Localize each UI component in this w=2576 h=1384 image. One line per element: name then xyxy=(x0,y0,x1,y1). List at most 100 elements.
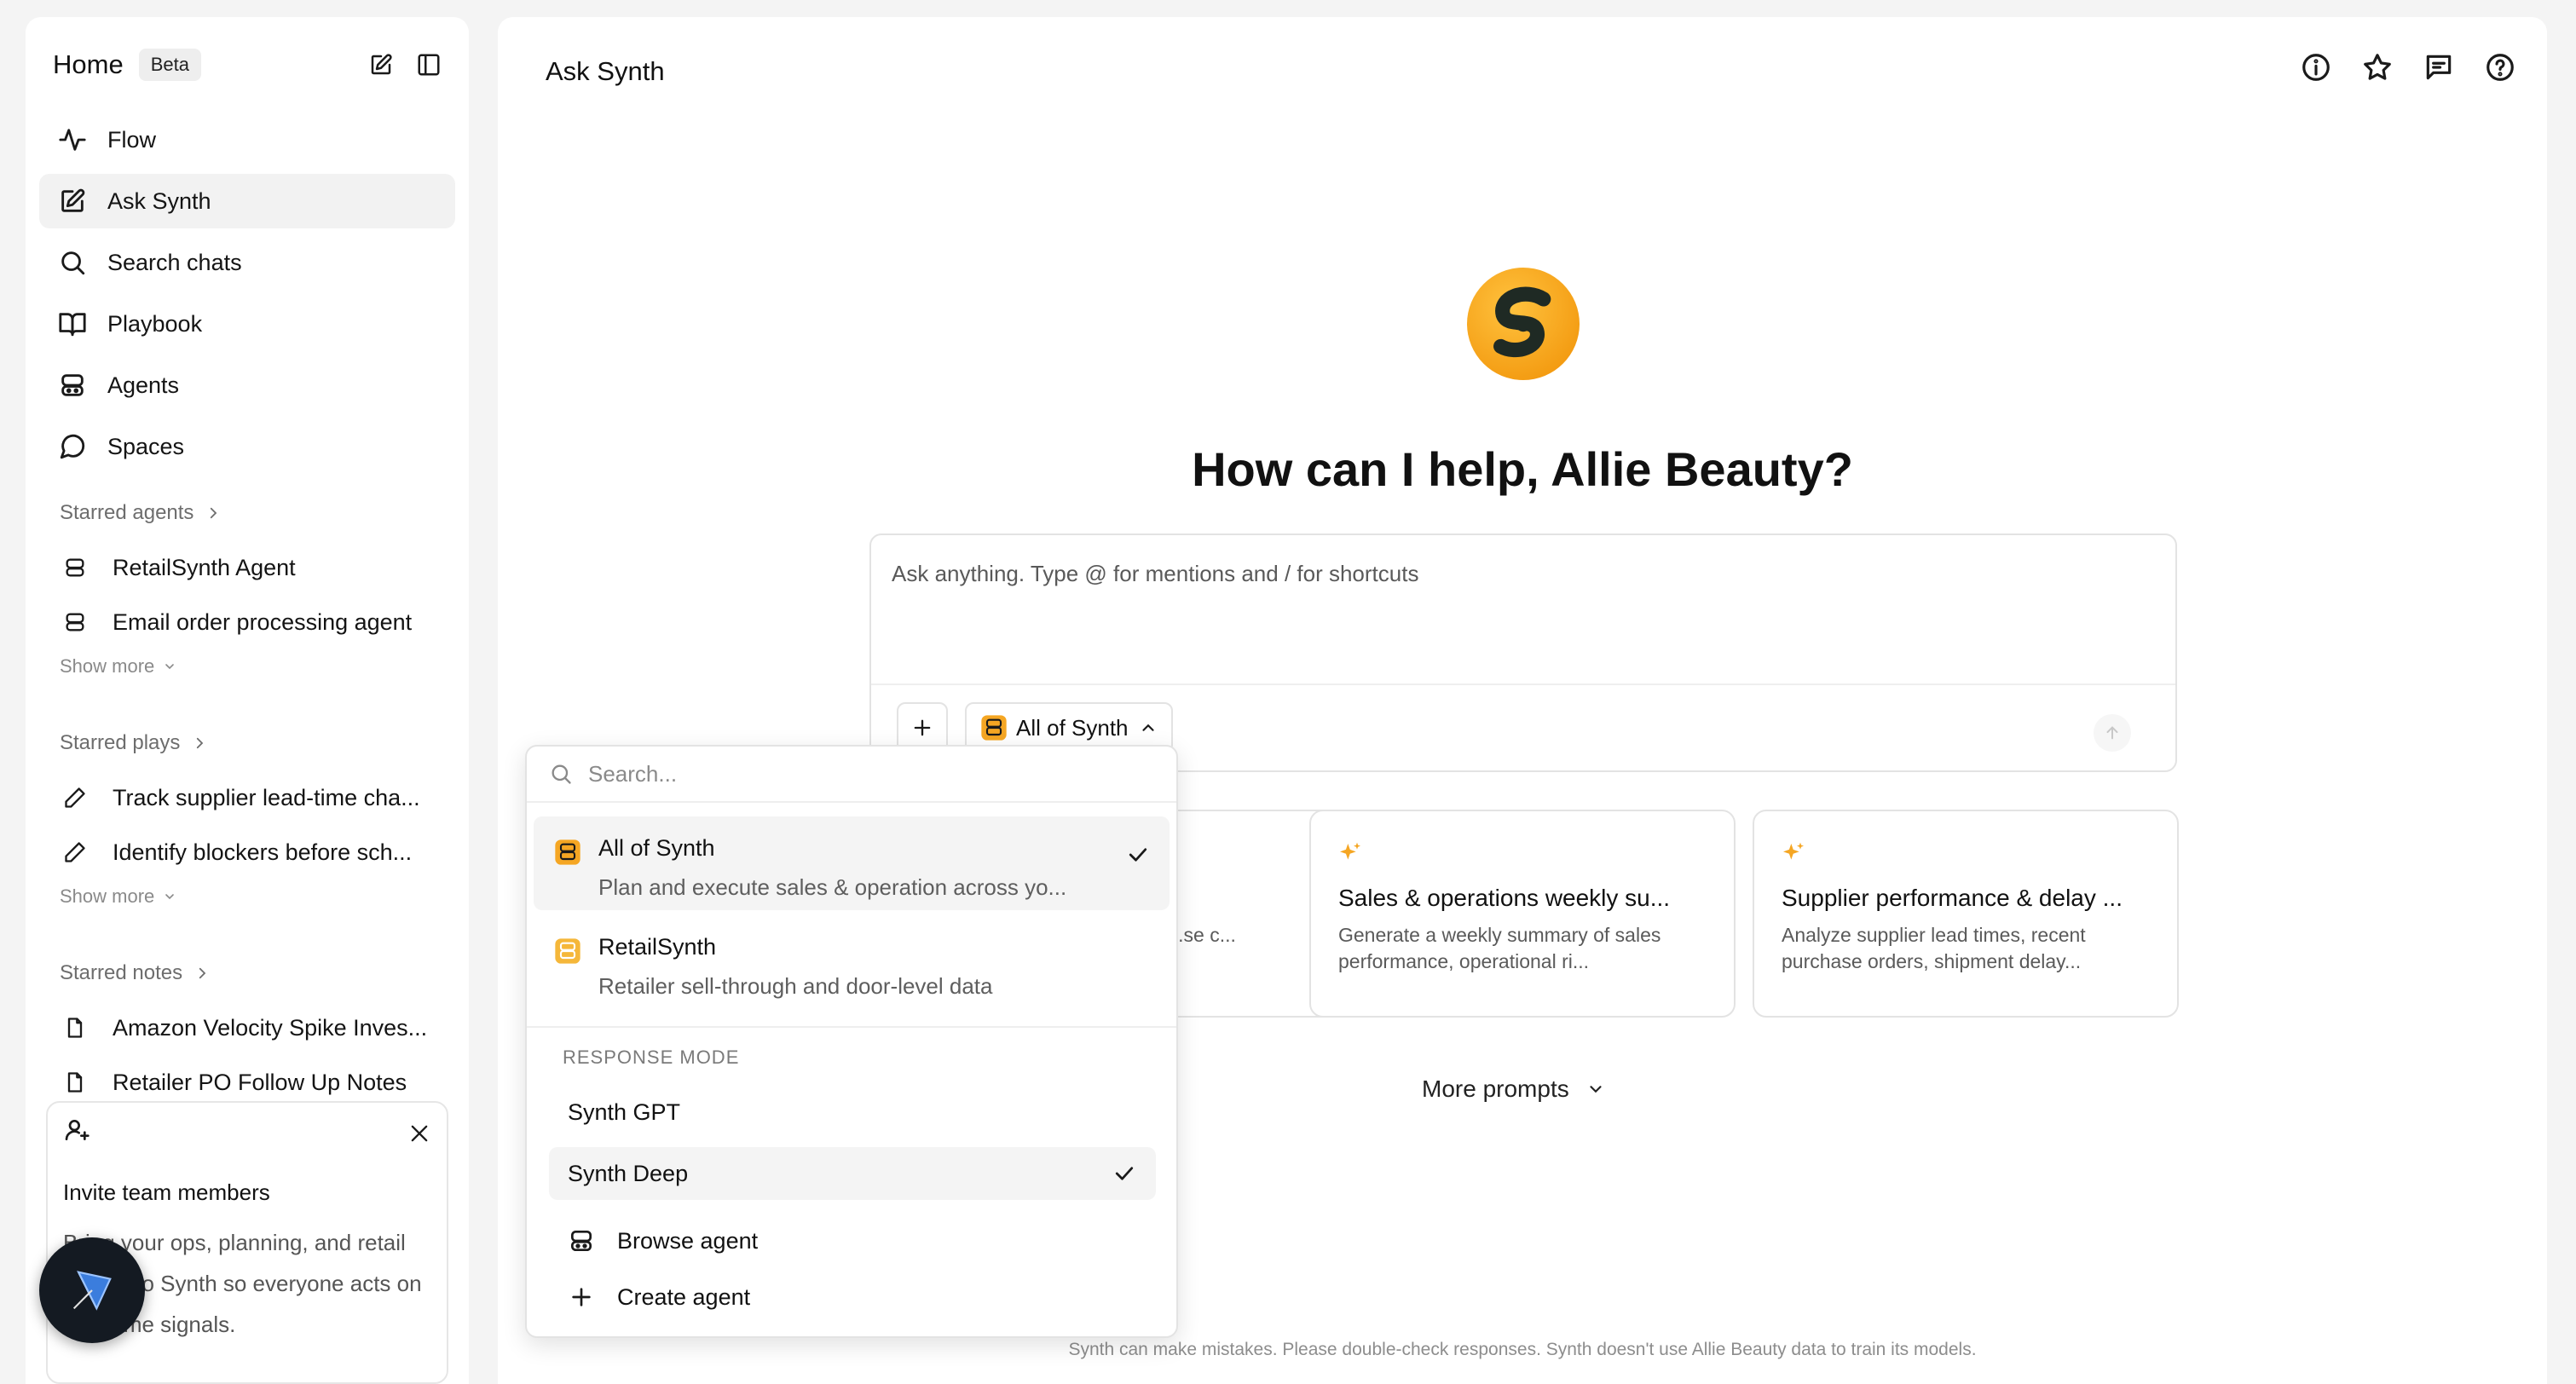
browse-agent-label: Browse agent xyxy=(617,1227,759,1254)
invite-title: Invite team members xyxy=(63,1179,270,1205)
show-more-plays-button[interactable]: Show more xyxy=(60,879,443,914)
prompt-card-description: Analyze supplier lead times, recent purc… xyxy=(1782,924,2086,972)
starred-agents-heading[interactable]: Starred agents xyxy=(60,496,443,530)
new-chat-icon[interactable] xyxy=(368,52,394,78)
greeting-heading: How can I help, Allie Beauty? xyxy=(1192,442,1853,496)
starred-note-item[interactable]: Amazon Velocity Spike Inves... xyxy=(60,1001,443,1055)
info-icon[interactable] xyxy=(2300,51,2332,84)
dropdown-search-input[interactable] xyxy=(588,760,1100,787)
starred-play-item[interactable]: Identify blockers before sch... xyxy=(60,825,443,879)
disclaimer-footer: Synth can make mistakes. Please double-c… xyxy=(1068,1340,1977,1359)
synth-logo xyxy=(1467,268,1580,380)
model-option-retailsynth[interactable]: RetailSynth Retailer sell-through and do… xyxy=(534,915,1170,1009)
starred-note-label: Retailer PO Follow Up Notes xyxy=(113,1069,407,1095)
assistant-fab-button[interactable] xyxy=(39,1237,145,1343)
starred-notes-heading[interactable]: Starred notes xyxy=(60,956,443,990)
dropdown-search xyxy=(527,747,1176,803)
chat-composer: All of Synth xyxy=(869,533,2177,772)
show-more-label: Show more xyxy=(60,655,155,677)
starred-play-label: Identify blockers before sch... xyxy=(113,839,413,865)
response-mode-heading: RESPONSE MODE xyxy=(563,1047,740,1068)
browse-agent-button[interactable]: Browse agent xyxy=(568,1217,758,1265)
collapse-sidebar-icon[interactable] xyxy=(416,52,442,78)
sidebar-item-label: Playbook xyxy=(107,310,203,337)
show-more-agents-button[interactable]: Show more xyxy=(60,649,443,683)
chat-input[interactable] xyxy=(892,561,2085,587)
composer-divider xyxy=(871,683,2175,685)
mode-option-label: Synth GPT xyxy=(568,1099,681,1125)
sidebar-item-label: Agents xyxy=(107,372,180,398)
prompt-card[interactable]: Sales & operations weekly su... Generate… xyxy=(1309,810,1736,1018)
sidebar: Home Beta Flow Ask Synth Search chats Pl… xyxy=(26,17,469,1384)
chevron-up-icon xyxy=(1141,724,1154,731)
chevron-down-icon xyxy=(165,894,175,900)
starred-agent-item[interactable]: RetailSynth Agent xyxy=(60,540,443,595)
section-heading-label: Starred notes xyxy=(60,961,183,984)
model-option-title: RetailSynth xyxy=(598,934,717,960)
checkmark-icon xyxy=(1115,1167,1134,1180)
section-heading-label: Starred agents xyxy=(60,501,194,524)
chat-bubble-icon xyxy=(60,434,85,459)
sidebar-item-label: Search chats xyxy=(107,249,242,275)
feedback-icon[interactable] xyxy=(2423,51,2455,84)
model-selector-label: All of Synth xyxy=(1016,714,1129,741)
create-agent-label: Create agent xyxy=(617,1283,751,1310)
arrow-up-icon xyxy=(2106,726,2118,740)
sidebar-item-label: Spaces xyxy=(107,433,185,459)
starred-play-label: Track supplier lead-time cha... xyxy=(113,784,420,810)
model-option-all-of-synth[interactable]: All of Synth Plan and execute sales & op… xyxy=(534,816,1170,910)
mode-option-synth-gpt[interactable]: Synth GPT xyxy=(549,1086,1156,1139)
starred-note-label: Amazon Velocity Spike Inves... xyxy=(113,1014,428,1041)
send-button[interactable] xyxy=(2094,714,2131,752)
model-option-description: Retailer sell-through and door-level dat… xyxy=(598,973,993,999)
sidebar-item-playbook[interactable]: Playbook xyxy=(39,297,455,351)
starred-plays-section: Starred plays Track supplier lead-time c… xyxy=(60,726,443,914)
model-option-description: Plan and execute sales & operation acros… xyxy=(598,874,1067,900)
document-icon xyxy=(67,1018,83,1038)
search-icon xyxy=(552,764,571,784)
model-dropdown-menu: All of Synth Plan and execute sales & op… xyxy=(525,745,1178,1338)
starred-play-item[interactable]: Track supplier lead-time cha... xyxy=(60,770,443,825)
help-icon[interactable] xyxy=(2484,51,2516,84)
close-icon[interactable] xyxy=(407,1122,431,1145)
agent-badge-icon xyxy=(555,839,580,865)
prompt-card-title: Sales & operations weekly su... xyxy=(1338,885,1671,911)
sidebar-nav: Flow Ask Synth Search chats Playbook Age… xyxy=(39,112,455,481)
create-agent-button[interactable]: Create agent xyxy=(568,1273,750,1321)
more-prompts-label: More prompts xyxy=(1422,1075,1569,1102)
sidebar-item-label: Flow xyxy=(107,126,157,153)
chevron-right-icon xyxy=(197,737,204,749)
sidebar-item-ask-synth[interactable]: Ask Synth xyxy=(39,174,455,228)
model-option-title: All of Synth xyxy=(598,835,715,861)
show-more-label: Show more xyxy=(60,885,155,907)
sidebar-item-spaces[interactable]: Spaces xyxy=(39,419,455,474)
sparkle-icon xyxy=(1340,842,1360,860)
agent-badge-icon xyxy=(555,938,580,964)
document-icon xyxy=(67,1072,83,1093)
pencil-icon xyxy=(65,842,85,862)
activity-icon xyxy=(59,129,86,151)
bot-icon xyxy=(66,613,84,631)
chevron-down-icon xyxy=(165,664,175,670)
star-icon[interactable] xyxy=(2361,51,2394,84)
sparkle-icon xyxy=(1783,842,1804,860)
starred-plays-heading[interactable]: Starred plays xyxy=(60,726,443,760)
prompt-card[interactable]: Supplier performance & delay ... Analyze… xyxy=(1753,810,2179,1018)
pencil-icon xyxy=(65,787,85,808)
kite-icon xyxy=(72,1271,112,1311)
more-prompts-button[interactable]: More prompts xyxy=(1422,1075,1605,1103)
prompt-card-description: Generate a weekly summary of sales perfo… xyxy=(1338,924,1661,972)
bot-icon xyxy=(66,558,84,577)
starred-agents-section: Starred agents RetailSynth Agent Email o… xyxy=(60,496,443,683)
plus-icon xyxy=(572,1288,591,1306)
beta-badge: Beta xyxy=(138,49,201,81)
prompt-card-title: Supplier performance & delay ... xyxy=(1782,885,2123,911)
sidebar-item-search-chats[interactable]: Search chats xyxy=(39,235,455,290)
agent-badge-icon xyxy=(981,715,1007,741)
bot-icon xyxy=(61,374,84,396)
sidebar-item-agents[interactable]: Agents xyxy=(39,358,455,412)
starred-agent-item[interactable]: Email order processing agent xyxy=(60,595,443,649)
sidebar-item-flow[interactable]: Flow xyxy=(39,112,455,167)
mode-option-synth-deep[interactable]: Synth Deep xyxy=(549,1147,1156,1200)
starred-notes-section: Starred notes Amazon Velocity Spike Inve… xyxy=(60,956,443,1110)
